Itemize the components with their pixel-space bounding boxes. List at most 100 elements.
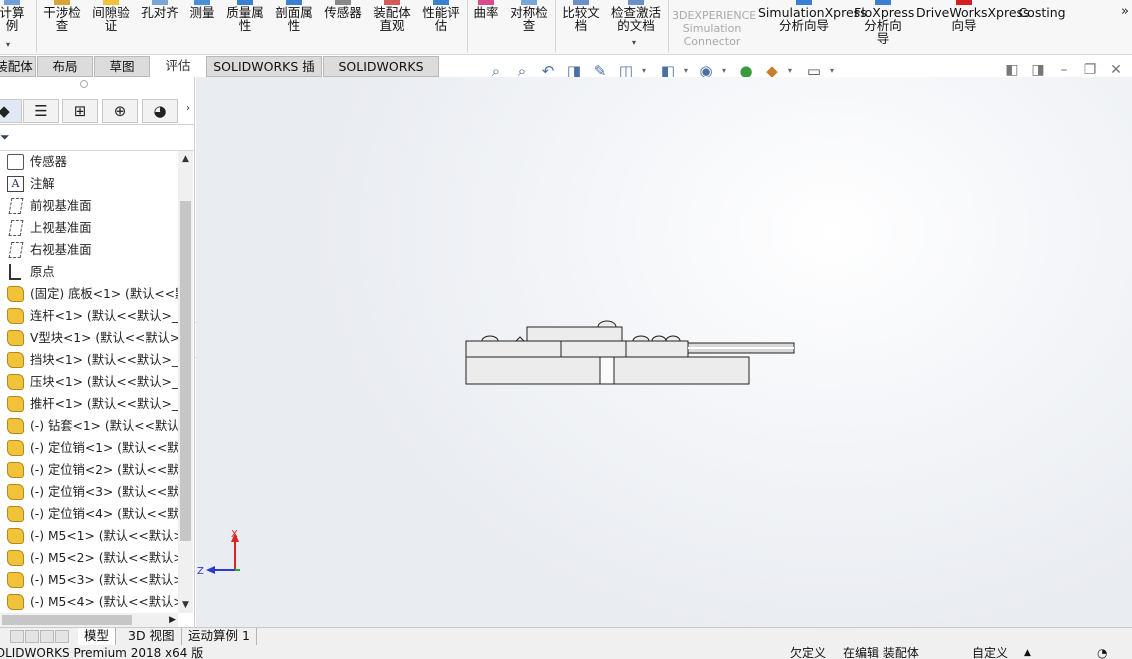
ribbon-assembly-visual-button[interactable]: 装配体 直观 (370, 0, 414, 54)
plane-icon (8, 220, 24, 236)
scroll-thumb[interactable] (180, 201, 191, 541)
ribbon-driveworks-button[interactable]: DriveWorksXpress 向导 (916, 0, 1030, 54)
ribbon-calc-button[interactable]: 计算 例 (0, 0, 30, 54)
dimxpert-tab-icon[interactable]: ⊕ (102, 99, 138, 123)
scroll-right-icon[interactable]: ▶ (169, 613, 176, 627)
tab-assembly[interactable]: 装配体 (0, 56, 36, 77)
tree-item-label: (-) M5<1> (默认<<默认>_显 (30, 529, 178, 543)
first-tab-icon[interactable] (10, 630, 24, 643)
tree-item[interactable]: 传感器 (0, 151, 178, 173)
model-middle-plate-center (560, 340, 627, 358)
panel-handle[interactable] (80, 80, 88, 88)
last-tab-icon[interactable] (55, 630, 69, 643)
command-manager-ribbon: 计算 例 ▾ 干涉检 查 间隙验 证 孔对齐 测量 质量属 性 剖面属 性 传感… (0, 0, 1132, 55)
origin-icon (9, 264, 21, 280)
ribbon-curvature-button[interactable]: 曲率 (470, 0, 502, 54)
display-manager-tab-icon[interactable]: ◕ (142, 99, 178, 123)
tree-item[interactable]: 原点 (0, 261, 178, 283)
tree-item[interactable]: 挡块<1> (默认<<默认>_显示 (0, 349, 178, 371)
chevron-down-icon[interactable]: ▾ (788, 66, 792, 75)
part-icon (7, 594, 24, 610)
part-icon (7, 418, 24, 434)
triad-x-label: X (231, 529, 238, 540)
tree-item[interactable]: (-) 定位销<1> (默认<<默认> (0, 437, 178, 459)
tab-solidworks-addins[interactable]: SOLIDWORKS 插件 (206, 56, 322, 94)
tree-horizontal-scrollbar[interactable]: ▶ (0, 613, 178, 627)
tab-evaluate[interactable]: 评估 (151, 56, 205, 77)
tree-item-label: 注解 (30, 177, 55, 191)
tree-item-label: (-) M5<3> (默认<<默认>_显 (30, 573, 178, 587)
tree-item[interactable]: (-) M5<4> (默认<<默认>_显 (0, 591, 178, 613)
ribbon-costing-button[interactable]: Costing (1016, 0, 1068, 54)
ribbon-separator (555, 0, 556, 52)
part-icon (7, 352, 24, 368)
plane-icon (8, 242, 24, 258)
next-tab-icon[interactable] (40, 630, 54, 643)
ribbon-compare-button[interactable]: 比较文 档 (558, 0, 604, 54)
ribbon-separator (467, 0, 468, 52)
tab-layout[interactable]: 布局 (37, 56, 93, 77)
tab-sketch[interactable]: 草图 (94, 56, 150, 77)
tree-item[interactable]: (-) 定位销<3> (默认<<默认> (0, 481, 178, 503)
tree-item[interactable]: 压块<1> (默认<<默认>_显示 (0, 371, 178, 393)
ribbon-section-props-button[interactable]: 剖面属 性 (272, 0, 316, 54)
feature-manager-tab-icon[interactable]: ◆ (0, 99, 22, 123)
filter-icon[interactable]: ⏷ (0, 130, 10, 145)
tree-item[interactable]: A 注解 (0, 173, 178, 195)
tab-model[interactable]: 模型 (78, 628, 117, 645)
ribbon-performance-button[interactable]: 性能评 估 (418, 0, 464, 54)
tree-vertical-scrollbar[interactable]: ▲ ▼ (178, 151, 193, 613)
part-icon (7, 396, 24, 412)
chevron-down-icon[interactable]: ▾ (642, 66, 646, 75)
tree-item[interactable]: (-) 钻套<1> (默认<<默认>_ (0, 415, 178, 437)
tree-item-label: 上视基准面 (30, 221, 92, 235)
scroll-down-icon[interactable]: ▼ (178, 597, 193, 613)
ribbon-hole-align-button[interactable]: 孔对齐 (138, 0, 182, 54)
chevron-down-icon[interactable]: ▾ (722, 66, 726, 75)
graphics-area[interactable]: X Z (196, 77, 1132, 627)
tree-item-label: 挡块<1> (默认<<默认>_显示 (30, 353, 178, 367)
model-middle-plate-left (465, 340, 562, 358)
status-units[interactable]: 自定义 (972, 645, 1008, 659)
ribbon-symmetry-button[interactable]: 对称检 查 (506, 0, 552, 54)
chevron-down-icon[interactable]: ▾ (632, 38, 636, 47)
ribbon-more-button[interactable]: » (1121, 4, 1129, 19)
tree-item[interactable]: (-) M5<3> (默认<<默认>_显 (0, 569, 178, 591)
chevron-down-icon[interactable]: ▾ (684, 66, 688, 75)
ribbon-measure-button[interactable]: 测量 (186, 0, 218, 54)
tree-item[interactable]: V型块<1> (默认<<默认>_显 (0, 327, 178, 349)
ribbon-interference-button[interactable]: 干涉检 查 (40, 0, 84, 54)
tree-item[interactable]: (-) M5<1> (默认<<默认>_显 (0, 525, 178, 547)
tree-item[interactable]: (固定) 底板<1> (默认<<默认> (0, 283, 178, 305)
chevron-up-icon[interactable]: ▲ (1024, 645, 1031, 659)
tree-item[interactable]: 推杆<1> (默认<<默认>_显示 (0, 393, 178, 415)
part-icon (7, 462, 24, 478)
tab-motion-study[interactable]: 运动算例 1 (182, 628, 257, 645)
prev-tab-icon[interactable] (25, 630, 39, 643)
tree-filter[interactable]: ⏷ (0, 126, 195, 151)
ribbon-sensor-button[interactable]: 传感器 (320, 0, 366, 54)
tree-item-label: (-) 定位销<1> (默认<<默认> (30, 441, 178, 455)
tree-item[interactable]: 前视基准面 (0, 195, 178, 217)
tree-item[interactable]: 右视基准面 (0, 239, 178, 261)
tree-item[interactable]: (-) 定位销<2> (默认<<默认> (0, 459, 178, 481)
ribbon-floxpress-button[interactable]: FloXpress 分析向 导 (854, 0, 914, 54)
tab-3d-view[interactable]: 3D 视图 (122, 628, 182, 645)
tree-item[interactable]: 连杆<1> (默认<<默认>_显示 (0, 305, 178, 327)
chevron-down-icon[interactable]: ▾ (6, 40, 10, 49)
property-manager-tab-icon[interactable]: ☰ (23, 99, 59, 123)
scroll-thumb[interactable] (2, 615, 132, 625)
more-tabs-icon[interactable]: › (186, 103, 190, 114)
tab-solidworks-mbd[interactable]: SOLIDWORKS MBD (323, 56, 439, 94)
help-icon[interactable]: ◔ (1097, 645, 1107, 659)
tree-item[interactable]: 上视基准面 (0, 217, 178, 239)
tree-item[interactable]: (-) M5<2> (默认<<默认>_显 (0, 547, 178, 569)
ribbon-clearance-button[interactable]: 间隙验 证 (88, 0, 134, 54)
ribbon-3dx-sim-button[interactable]: 3DEXPERIENCE Simulation Connector (672, 8, 756, 54)
chevron-down-icon[interactable]: ▾ (830, 66, 834, 75)
tree-item[interactable]: (-) 定位销<4> (默认<<默认> (0, 503, 178, 525)
ribbon-simxpress-button[interactable]: SimulationXpress 分析向导 (758, 0, 867, 54)
scroll-up-icon[interactable]: ▲ (178, 151, 193, 167)
ribbon-mass-props-button[interactable]: 质量属 性 (222, 0, 268, 54)
configuration-manager-tab-icon[interactable]: ⊞ (62, 99, 98, 123)
